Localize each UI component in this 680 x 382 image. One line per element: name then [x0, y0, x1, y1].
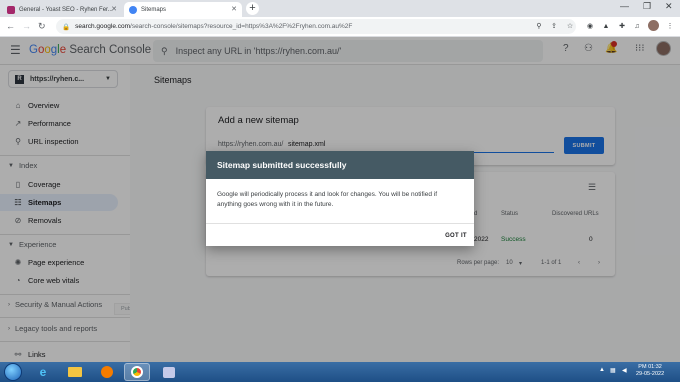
- divider: [206, 223, 474, 224]
- folder-icon[interactable]: [62, 363, 88, 381]
- tab-label: Sitemaps: [141, 6, 167, 13]
- close-icon[interactable]: ✕: [231, 5, 237, 13]
- clock-date: 29-05-2022: [636, 371, 665, 377]
- dialog-body: Google will periodically process it and …: [217, 191, 438, 208]
- network-icon[interactable]: ▦: [610, 367, 616, 374]
- forward-icon[interactable]: →: [22, 21, 31, 31]
- maximize-icon[interactable]: ❐: [643, 1, 651, 12]
- window-close-icon[interactable]: ✕: [665, 1, 673, 12]
- tray-arrow-icon[interactable]: ▲: [599, 367, 605, 373]
- media-player-icon[interactable]: [94, 363, 120, 381]
- start-button[interactable]: [4, 363, 22, 381]
- ie-icon[interactable]: e: [30, 363, 56, 381]
- back-icon[interactable]: ←: [6, 21, 15, 31]
- bookmark-star-icon[interactable]: ☆: [565, 21, 575, 31]
- lock-icon: 🔒: [62, 23, 71, 31]
- app-icon[interactable]: [156, 363, 182, 381]
- browser-tab-sitemaps[interactable]: Sitemaps ✕: [124, 2, 242, 17]
- url-path: /search-console/sitemaps?resource_id=htt…: [130, 23, 353, 30]
- zoom-icon[interactable]: ⚲: [534, 21, 544, 31]
- new-tab-button[interactable]: +: [246, 2, 259, 15]
- dialog-title: Sitemap submitted successfully: [206, 151, 474, 179]
- system-clock[interactable]: PM 01:32 29-05-2022: [636, 364, 664, 378]
- extension-icon[interactable]: ▲: [601, 21, 611, 31]
- clock-time: PM 01:32: [638, 364, 662, 370]
- minimize-icon[interactable]: —: [620, 1, 629, 11]
- menu-dots-icon[interactable]: ⋮: [665, 21, 675, 31]
- tab-label: General - Yoast SEO - Ryhen Fer...: [19, 6, 113, 13]
- reload-icon[interactable]: ↻: [38, 21, 46, 32]
- yoast-favicon-icon: [7, 5, 15, 14]
- share-icon[interactable]: ⇪: [549, 21, 559, 31]
- url-host: search.google.com: [75, 23, 131, 30]
- browser-tab-yoast[interactable]: General - Yoast SEO - Ryhen Fer... ✕: [2, 2, 122, 17]
- address-bar[interactable]: 🔒 search.google.com /search-console/site…: [56, 19, 576, 34]
- media-icon[interactable]: ♫: [632, 21, 642, 31]
- puzzle-icon[interactable]: ✚: [617, 21, 627, 31]
- extension-icon[interactable]: ◉: [585, 21, 595, 31]
- profile-avatar[interactable]: [648, 20, 659, 31]
- chrome-icon[interactable]: [124, 363, 150, 381]
- got-it-button[interactable]: GOT IT: [441, 229, 471, 242]
- close-icon[interactable]: ✕: [111, 5, 117, 13]
- volume-icon[interactable]: ◀: [622, 367, 627, 374]
- search-console-favicon-icon: [129, 5, 137, 14]
